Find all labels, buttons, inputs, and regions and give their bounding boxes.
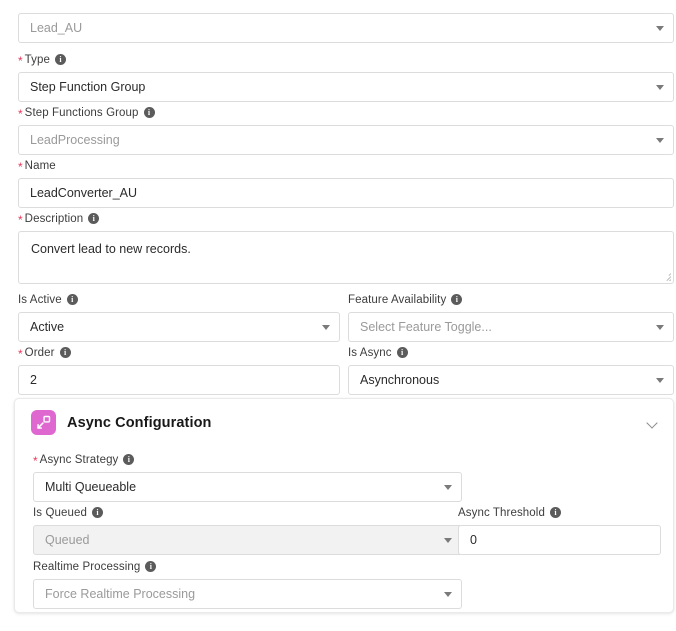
field-realtime-processing-label-row: Realtime Processing — [33, 559, 462, 574]
feature-availability-select[interactable]: Select Feature Toggle... — [348, 312, 674, 342]
async-card-title: Async Configuration — [67, 414, 212, 431]
field-is-async-label: Is Async — [348, 346, 392, 359]
field-step-functions-group-label-row: * Step Functions Group — [18, 105, 674, 120]
required-asterisk: * — [18, 106, 23, 121]
chevron-down-icon — [656, 138, 664, 143]
chevron-down-icon — [444, 592, 452, 597]
field-is-active-label-row: Is Active — [18, 292, 340, 307]
order-input[interactable]: 2 — [18, 365, 340, 395]
resize-handle-icon[interactable] — [661, 271, 671, 281]
async-card-header[interactable]: Async Configuration — [15, 399, 673, 446]
field-type: * Type Step Function Group — [18, 52, 674, 102]
field-async-strategy: * Async Strategy Multi Queueable — [33, 452, 462, 502]
function-config-form: Lead_AU * Type Step Function Group * Ste… — [0, 0, 676, 631]
info-icon[interactable] — [123, 454, 135, 465]
expand-arrow-icon — [31, 410, 56, 435]
field-is-active: Is Active Active — [18, 292, 340, 342]
field-is-async: Is Async Asynchronous — [348, 345, 674, 395]
field-realtime-processing-label: Realtime Processing — [33, 560, 141, 573]
feature-availability-value: Select Feature Toggle... — [360, 320, 492, 334]
is-async-select[interactable]: Asynchronous — [348, 365, 674, 395]
realtime-processing-select[interactable]: Force Realtime Processing — [33, 579, 462, 609]
field-async-threshold-label-row: Async Threshold — [458, 505, 661, 520]
field-feature-availability: Feature Availability Select Feature Togg… — [348, 292, 674, 342]
field-type-label-row: * Type — [18, 52, 674, 67]
field-is-queued-label: Is Queued — [33, 506, 87, 519]
async-threshold-input[interactable]: 0 — [458, 525, 661, 555]
info-icon[interactable] — [451, 294, 463, 305]
step-functions-group-select[interactable]: LeadProcessing — [18, 125, 674, 155]
field-feature-availability-label: Feature Availability — [348, 293, 447, 306]
field-order-label-row: * Order — [18, 345, 340, 360]
field-is-active-label: Is Active — [18, 293, 62, 306]
field-name-label: Name — [24, 159, 56, 172]
field-step-functions-group-label: Step Functions Group — [24, 106, 139, 119]
async-strategy-select[interactable]: Multi Queueable — [33, 472, 462, 502]
info-icon[interactable] — [145, 561, 157, 572]
description-textarea-value: Convert lead to new records. — [31, 242, 191, 256]
field-step-functions-group: * Step Functions Group LeadProcessing — [18, 105, 674, 155]
required-asterisk: * — [18, 53, 23, 68]
required-asterisk: * — [33, 453, 38, 468]
type-select-value: Step Function Group — [30, 80, 146, 94]
is-async-value: Asynchronous — [360, 373, 440, 387]
chevron-down-icon — [656, 85, 664, 90]
object-select[interactable]: Lead_AU — [18, 13, 674, 43]
field-is-queued: Is Queued Queued — [33, 505, 462, 555]
is-active-select[interactable]: Active — [18, 312, 340, 342]
info-icon[interactable] — [88, 213, 100, 224]
async-configuration-card: Async Configuration * Async Strategy Mul… — [14, 398, 674, 613]
field-description: * Description Convert lead to new record… — [18, 211, 674, 284]
order-input-value: 2 — [30, 373, 37, 387]
field-async-threshold-label: Async Threshold — [458, 506, 545, 519]
field-description-label-row: * Description — [18, 211, 674, 226]
info-icon[interactable] — [91, 507, 103, 518]
chevron-down-icon — [656, 378, 664, 383]
name-input[interactable]: LeadConverter_AU — [18, 178, 674, 208]
field-order: * Order 2 — [18, 345, 340, 395]
step-functions-group-value: LeadProcessing — [30, 133, 120, 147]
field-async-strategy-label: Async Strategy — [39, 453, 119, 466]
field-async-strategy-label-row: * Async Strategy — [33, 452, 462, 467]
name-input-value: LeadConverter_AU — [30, 186, 138, 200]
async-threshold-value: 0 — [470, 533, 477, 547]
field-is-async-label-row: Is Async — [348, 345, 674, 360]
realtime-processing-value: Force Realtime Processing — [45, 587, 196, 601]
chevron-down-icon — [322, 325, 330, 330]
field-name: * Name LeadConverter_AU — [18, 158, 674, 208]
info-icon[interactable] — [59, 347, 71, 358]
field-description-label: Description — [24, 212, 84, 225]
field-name-label-row: * Name — [18, 158, 674, 173]
async-strategy-value: Multi Queueable — [45, 480, 137, 494]
is-queued-value: Queued — [45, 533, 90, 547]
field-realtime-processing: Realtime Processing Force Realtime Proce… — [33, 559, 462, 609]
info-icon[interactable] — [55, 54, 67, 65]
chevron-down-icon[interactable] — [648, 419, 657, 428]
field-feature-availability-label-row: Feature Availability — [348, 292, 674, 307]
info-icon[interactable] — [66, 294, 78, 305]
type-select[interactable]: Step Function Group — [18, 72, 674, 102]
chevron-down-icon — [444, 485, 452, 490]
required-asterisk: * — [18, 212, 23, 227]
is-active-value: Active — [30, 320, 65, 334]
field-async-threshold: Async Threshold 0 — [458, 505, 661, 555]
field-order-label: Order — [24, 346, 55, 359]
required-asterisk: * — [18, 159, 23, 174]
field-object: Lead_AU — [18, 13, 674, 43]
object-select-value: Lead_AU — [30, 21, 83, 35]
required-asterisk: * — [18, 346, 23, 361]
is-queued-select[interactable]: Queued — [33, 525, 462, 555]
chevron-down-icon — [656, 325, 664, 330]
description-textarea[interactable]: Convert lead to new records. — [18, 231, 674, 284]
field-is-queued-label-row: Is Queued — [33, 505, 462, 520]
info-icon[interactable] — [143, 107, 155, 118]
chevron-down-icon — [656, 26, 664, 31]
info-icon[interactable] — [549, 507, 561, 518]
info-icon[interactable] — [396, 347, 408, 358]
field-type-label: Type — [24, 53, 51, 66]
chevron-down-icon — [444, 538, 452, 543]
